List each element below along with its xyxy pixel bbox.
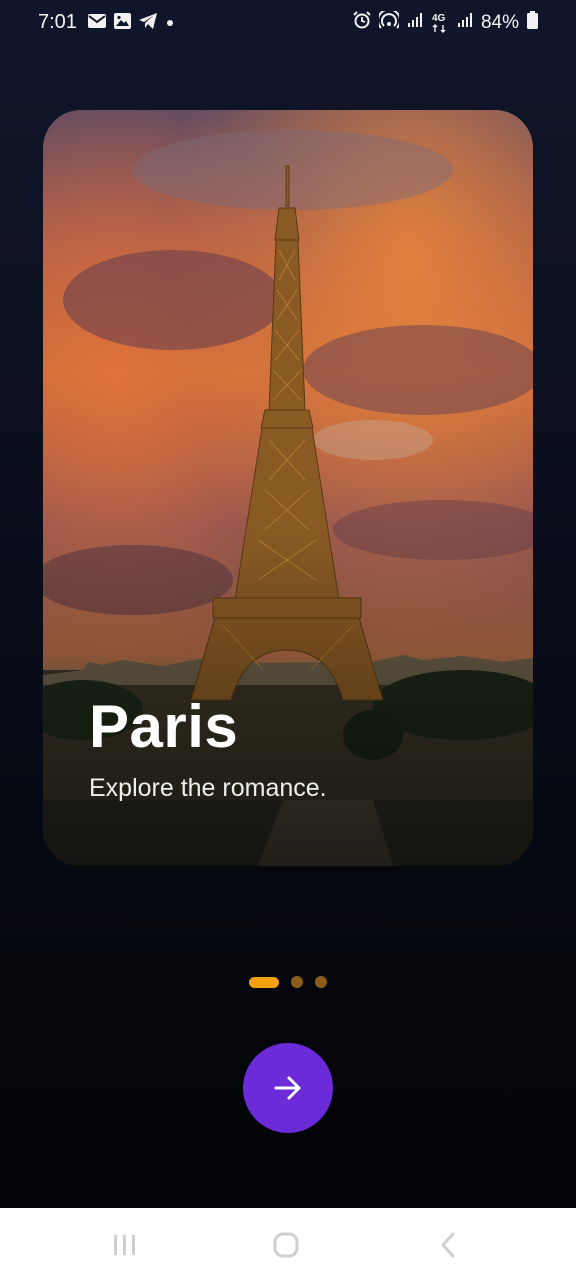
- dot-icon: [165, 15, 175, 33]
- recents-button[interactable]: [105, 1230, 145, 1260]
- 4g-icon: 4G: [431, 13, 449, 33]
- battery-level: 84%: [480, 11, 519, 33]
- page-dot-3: [315, 976, 327, 988]
- battery-icon: [527, 11, 538, 34]
- system-nav-bar: [0, 1208, 576, 1280]
- notification-icons: [88, 13, 175, 34]
- next-button[interactable]: [243, 1043, 333, 1133]
- hotspot-icon: [376, 8, 401, 34]
- home-button[interactable]: [266, 1230, 306, 1260]
- page-indicator: [249, 976, 327, 988]
- recents-icon: [114, 1235, 135, 1255]
- alarm-icon: [353, 11, 371, 34]
- back-button[interactable]: [428, 1230, 468, 1260]
- gallery-icon: [114, 13, 131, 34]
- mail-icon: [88, 14, 106, 33]
- page-dot-active: [249, 976, 279, 988]
- destination-card[interactable]: Paris Explore the romance.: [43, 110, 533, 866]
- home-icon: [273, 1232, 299, 1258]
- arrow-right-icon: [274, 1076, 301, 1100]
- system-icons: 4G 84%: [353, 8, 538, 34]
- status-time: 7:01: [38, 11, 77, 33]
- signal-icon: [407, 12, 423, 33]
- status-bar: 7:01 4G 84%: [0, 0, 576, 46]
- destination-title: Paris: [89, 693, 239, 760]
- page-dot-2: [291, 976, 303, 988]
- signal-icon-2: [457, 12, 473, 33]
- telegram-icon: [139, 13, 157, 34]
- back-icon: [441, 1232, 455, 1258]
- destination-subtitle: Explore the romance.: [89, 774, 327, 802]
